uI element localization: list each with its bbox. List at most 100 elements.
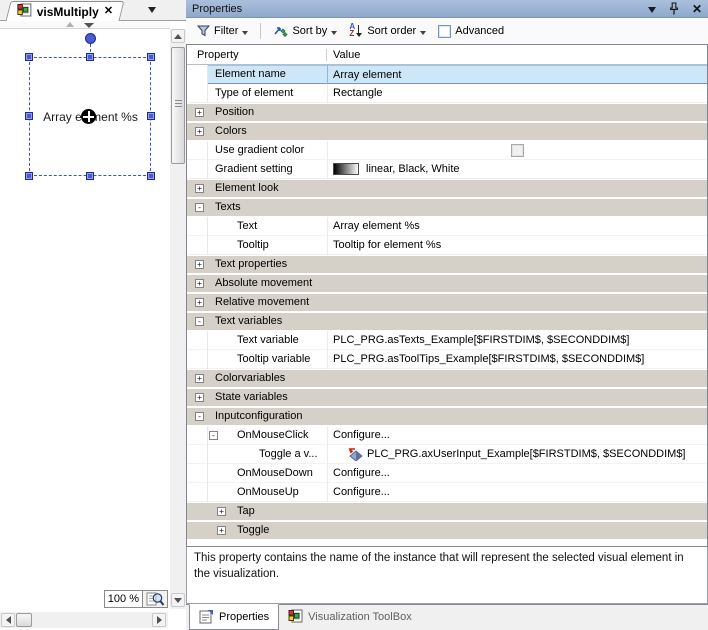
property-value[interactable]: Configure... xyxy=(327,426,707,445)
expand-plus-icon[interactable]: + xyxy=(195,108,204,117)
property-row[interactable]: TooltipTooltip for element %s xyxy=(187,236,707,255)
property-row[interactable]: +Element look xyxy=(187,179,707,198)
property-row[interactable]: +Position xyxy=(187,103,707,122)
close-icon[interactable]: ✕ xyxy=(104,6,113,17)
property-value[interactable]: linear, Black, White xyxy=(327,160,707,179)
property-row[interactable]: Gradient settinglinear, Black, White xyxy=(187,160,707,179)
pin-icon[interactable] xyxy=(669,2,679,16)
expand-plus-icon[interactable]: + xyxy=(195,260,204,269)
sort-by-button[interactable]: Sort by xyxy=(270,23,340,39)
collapse-minus-icon[interactable]: - xyxy=(209,431,218,440)
property-value[interactable] xyxy=(327,198,707,217)
resize-handle[interactable] xyxy=(25,53,33,61)
expand-plus-icon[interactable]: + xyxy=(217,526,226,535)
property-row[interactable]: Toggle a v... PLC_PRG.axUserInput_Exampl… xyxy=(187,445,707,464)
collapse-minus-icon[interactable]: - xyxy=(195,317,204,326)
window-position-chevron-down-icon[interactable] xyxy=(648,7,656,13)
column-header-property[interactable]: Property xyxy=(187,49,327,61)
canvas-horizontal-scrollbar[interactable] xyxy=(0,612,168,628)
property-row[interactable]: +Text properties xyxy=(187,255,707,274)
property-value[interactable] xyxy=(327,369,707,388)
property-row[interactable]: Text variablePLC_PRG.asTexts_Example[$FI… xyxy=(187,331,707,350)
property-row[interactable]: -Text variables xyxy=(187,312,707,331)
property-value[interactable]: PLC_PRG.axUserInput_Example[$FIRSTDIM$, … xyxy=(327,445,707,464)
resize-handle[interactable] xyxy=(25,172,33,180)
editor-splitter[interactable] xyxy=(0,21,170,29)
scroll-up-button[interactable] xyxy=(171,29,185,43)
property-value[interactable] xyxy=(327,274,707,293)
property-value[interactable] xyxy=(327,312,707,331)
expand-plus-icon[interactable]: + xyxy=(195,279,204,288)
resize-handle[interactable] xyxy=(86,172,94,180)
property-value[interactable] xyxy=(327,521,707,540)
property-value[interactable]: Array element xyxy=(327,65,707,84)
expand-plus-icon[interactable]: + xyxy=(195,184,204,193)
resize-handle[interactable] xyxy=(86,53,94,61)
property-value[interactable]: PLC_PRG.asToolTips_Example[$FIRSTDIM$, $… xyxy=(327,350,707,369)
property-value[interactable]: Array element %s xyxy=(327,217,707,236)
property-row[interactable]: +Colorvariables xyxy=(187,369,707,388)
tab-properties[interactable]: Properties xyxy=(189,604,279,630)
column-header-value[interactable]: Value xyxy=(327,49,707,61)
property-row[interactable]: Use gradient color xyxy=(187,141,707,160)
property-value[interactable]: Rectangle xyxy=(327,84,707,103)
property-value[interactable]: Configure... xyxy=(327,483,707,502)
resize-handle[interactable] xyxy=(147,172,155,180)
property-row[interactable]: -Inputconfiguration xyxy=(187,407,707,426)
vertical-scroll-thumb[interactable] xyxy=(171,47,185,164)
property-row[interactable]: +Absolute movement xyxy=(187,274,707,293)
rotation-handle[interactable] xyxy=(85,33,96,44)
property-row[interactable]: +Relative movement xyxy=(187,293,707,312)
tab-list-dropdown-icon[interactable] xyxy=(148,7,156,17)
tab-vismultiply[interactable]: visMultiply ✕ xyxy=(6,1,125,21)
property-row[interactable]: TextArray element %s xyxy=(187,217,707,236)
collapse-minus-icon[interactable]: - xyxy=(195,412,204,421)
expand-plus-icon[interactable]: + xyxy=(217,507,226,516)
visualization-canvas[interactable]: Array element %s xyxy=(0,29,170,610)
property-row[interactable]: +State variables xyxy=(187,388,707,407)
sort-order-button[interactable]: AZ Sort order xyxy=(346,22,429,40)
property-row[interactable]: OnMouseDownConfigure... xyxy=(187,464,707,483)
property-value[interactable]: PLC_PRG.asTexts_Example[$FIRSTDIM$, $SEC… xyxy=(327,331,707,350)
resize-handle[interactable] xyxy=(147,53,155,61)
expand-plus-icon[interactable]: + xyxy=(195,127,204,136)
scroll-down-button[interactable] xyxy=(171,593,185,607)
property-value[interactable]: Tooltip for element %s xyxy=(327,236,707,255)
property-value[interactable] xyxy=(327,103,707,122)
expand-plus-icon[interactable]: + xyxy=(195,374,204,383)
property-value[interactable] xyxy=(327,293,707,312)
property-row[interactable]: +Toggle xyxy=(187,521,707,540)
expand-plus-icon[interactable]: + xyxy=(195,298,204,307)
filter-button[interactable]: Filter xyxy=(194,23,251,39)
property-row[interactable]: +Colors xyxy=(187,122,707,141)
scroll-right-button[interactable] xyxy=(152,613,166,627)
property-row[interactable]: -OnMouseClickConfigure... xyxy=(187,426,707,445)
property-row[interactable]: +Tap xyxy=(187,502,707,521)
property-row[interactable]: Tooltip variablePLC_PRG.asToolTips_Examp… xyxy=(187,350,707,369)
gradient-checkbox[interactable] xyxy=(511,144,524,157)
property-value[interactable] xyxy=(327,255,707,274)
property-value[interactable] xyxy=(327,179,707,198)
advanced-checkbox[interactable] xyxy=(438,25,451,38)
property-value[interactable] xyxy=(327,407,707,426)
horizontal-scroll-thumb[interactable] xyxy=(16,613,32,627)
tab-visualization-toolbox[interactable]: Visualization ToolBox xyxy=(279,604,421,630)
advanced-toggle[interactable]: Advanced xyxy=(435,23,507,40)
collapse-minus-icon[interactable]: - xyxy=(195,203,204,212)
zoom-level-field[interactable]: 100 % xyxy=(104,590,143,608)
property-row[interactable]: Element nameArray element xyxy=(187,65,707,84)
property-value[interactable]: Configure... xyxy=(327,464,707,483)
property-row[interactable]: OnMouseUpConfigure... xyxy=(187,483,707,502)
expand-plus-icon[interactable]: + xyxy=(195,393,204,402)
property-value[interactable] xyxy=(327,502,707,521)
property-value[interactable] xyxy=(327,122,707,141)
property-row[interactable]: Type of elementRectangle xyxy=(187,84,707,103)
property-value[interactable] xyxy=(327,388,707,407)
property-value[interactable] xyxy=(327,141,707,160)
close-icon[interactable]: ✕ xyxy=(692,3,702,15)
property-row[interactable]: -Texts xyxy=(187,198,707,217)
panel-titlebar[interactable]: Properties ✕ xyxy=(186,0,708,18)
zoom-button[interactable] xyxy=(143,590,168,608)
scroll-left-button[interactable] xyxy=(1,613,15,627)
canvas-vertical-scrollbar[interactable] xyxy=(170,29,186,609)
